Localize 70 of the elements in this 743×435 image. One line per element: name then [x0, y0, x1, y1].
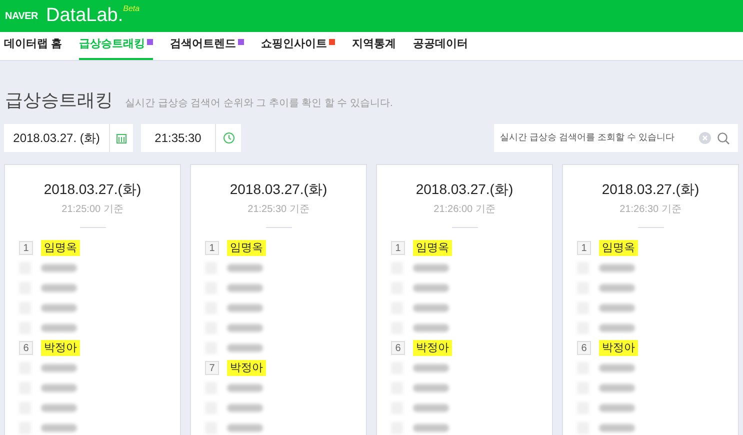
blurred-row — [577, 302, 635, 314]
search-icon — [717, 132, 730, 144]
blurred-row — [391, 322, 449, 334]
blurred-row — [577, 322, 635, 334]
calendar-icon — [116, 132, 127, 144]
blurred-row — [205, 322, 263, 334]
blurred-row — [205, 262, 263, 274]
search-field[interactable]: 실시간 급상승 검색어를 조회할 수 있습니다 — [494, 124, 738, 152]
blurred-row — [577, 382, 635, 394]
card-date: 2018.03.27.(화) — [230, 180, 328, 199]
rank-number: 6 — [391, 341, 405, 355]
rank-number: 1 — [19, 241, 33, 255]
search-input[interactable]: 실시간 급상승 검색어를 조회할 수 있습니다 — [500, 131, 693, 145]
blurred-row — [19, 382, 77, 394]
rank-number: 6 — [577, 341, 591, 355]
blurred-row — [19, 262, 77, 274]
blurred-row — [577, 262, 635, 274]
blurred-row — [19, 402, 77, 414]
blurred-row — [391, 302, 449, 314]
blurred-row — [19, 322, 77, 334]
blurred-row — [205, 282, 263, 294]
nav-tab[interactable]: 지역통계 — [352, 31, 396, 60]
search-term: 임명옥 — [227, 240, 266, 256]
card-date: 2018.03.27.(화) — [44, 180, 142, 199]
nav-tab[interactable]: 데이터랩 홈 — [4, 31, 62, 60]
blurred-row — [19, 362, 77, 374]
nav-tab[interactable]: 쇼핑인사이트 — [261, 31, 336, 60]
rank-number: 1 — [577, 241, 591, 255]
blurred-row — [205, 302, 263, 314]
clear-icon — [699, 132, 711, 144]
beta-tag: Beta — [123, 3, 140, 15]
blurred-row — [577, 282, 635, 294]
card-date: 2018.03.27.(화) — [416, 180, 514, 199]
blurred-row — [391, 382, 449, 394]
rank-number: 1 — [391, 241, 405, 255]
search-term: 박정아 — [413, 340, 452, 356]
blurred-row — [391, 362, 449, 374]
blurred-row — [19, 302, 77, 314]
card-basis-time: 21:25:30 기준 — [248, 203, 310, 217]
blurred-row — [205, 342, 263, 354]
card-date: 2018.03.27.(화) — [602, 180, 700, 199]
rank-number: 1 — [205, 241, 219, 255]
card-basis-time: 21:26:00 기준 — [434, 203, 496, 217]
search-term: 임명옥 — [41, 240, 80, 256]
search-term: 임명옥 — [413, 240, 452, 256]
search-term: 박정아 — [227, 360, 266, 376]
blurred-row — [205, 422, 263, 434]
blurred-row — [391, 282, 449, 294]
search-term: 박정아 — [41, 340, 80, 356]
blurred-row — [19, 422, 77, 434]
blurred-row — [577, 362, 635, 374]
blurred-row — [577, 402, 635, 414]
rank-number: 7 — [205, 361, 219, 375]
clock-icon — [222, 132, 234, 144]
blurred-row — [19, 282, 77, 294]
card-basis-time: 21:26:30 기준 — [620, 203, 682, 217]
search-term: 임명옥 — [599, 240, 638, 256]
blurred-row — [577, 422, 635, 434]
blurred-row — [391, 262, 449, 274]
card-basis-time: 21:25:00 기준 — [62, 203, 124, 217]
blurred-row — [391, 422, 449, 434]
blurred-row — [391, 402, 449, 414]
page-subtitle: 실시간 급상승 검색어 순위와 그 추이를 확인 할 수 있습니다. — [125, 97, 393, 111]
blurred-row — [205, 382, 263, 394]
page-title: 급상승트래킹 — [5, 89, 113, 112]
rank-number: 6 — [19, 341, 33, 355]
search-term: 박정아 — [599, 340, 638, 356]
nav-tab[interactable]: 검색어트렌드 — [170, 31, 244, 60]
nav-tab[interactable]: 공공데이터 — [413, 31, 468, 60]
blurred-row — [205, 402, 263, 414]
